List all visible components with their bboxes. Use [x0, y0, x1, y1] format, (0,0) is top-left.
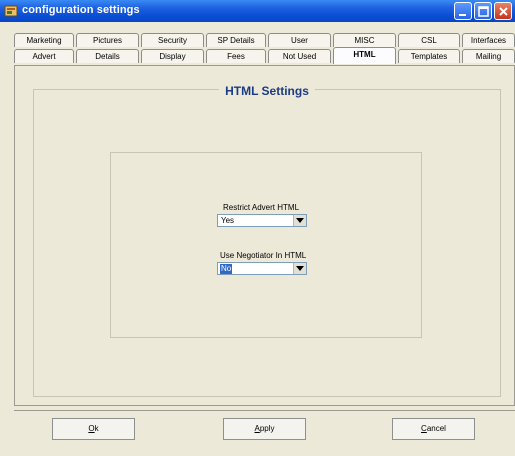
apply-label-rest: pply — [259, 424, 275, 433]
restrict-advert-html-label: Restrict Advert HTML — [223, 203, 300, 212]
tab-security[interactable]: Security — [141, 33, 204, 47]
apply-button[interactable]: Apply — [223, 418, 306, 440]
minimize-button[interactable] — [454, 2, 472, 20]
use-negotiator-value: No — [220, 264, 233, 274]
ok-label-rest: k — [94, 424, 99, 433]
cancel-label-rest: ancel — [426, 424, 446, 433]
chevron-down-icon — [296, 218, 304, 223]
tab-templates[interactable]: Templates — [398, 49, 460, 63]
configuration-window: configuration settings Marketing Picture… — [0, 0, 515, 456]
tab-fees[interactable]: Fees — [206, 49, 266, 63]
tab-details[interactable]: Details — [76, 49, 139, 63]
window-title: configuration settings — [22, 4, 140, 16]
tab-html[interactable]: HTML — [333, 47, 396, 64]
app-icon — [4, 4, 18, 18]
tab-marketing[interactable]: Marketing — [14, 33, 74, 47]
group-title-text: HTML Settings — [219, 84, 315, 98]
settings-inner-box — [110, 152, 422, 338]
tab-strip: Marketing Pictures Security SP Details U… — [14, 33, 515, 65]
close-button[interactable] — [494, 2, 512, 20]
chevron-down-icon — [296, 266, 304, 271]
group-title: HTML Settings — [34, 84, 500, 98]
use-negotiator-label: Use Negotiator In HTML — [220, 251, 307, 260]
maximize-icon — [478, 6, 489, 17]
maximize-button[interactable] — [474, 2, 492, 20]
tab-csl[interactable]: CSL — [398, 33, 460, 47]
ok-button[interactable]: Ok — [52, 418, 135, 440]
tab-pictures[interactable]: Pictures — [76, 33, 139, 47]
tab-advert[interactable]: Advert — [14, 49, 74, 63]
use-negotiator-select[interactable]: No — [217, 262, 307, 275]
cancel-button[interactable]: Cancel — [392, 418, 475, 440]
minimize-icon — [459, 14, 466, 16]
tab-user[interactable]: User — [268, 33, 331, 47]
tab-not-used[interactable]: Not Used — [268, 49, 331, 63]
tab-interfaces[interactable]: Interfaces — [462, 33, 515, 47]
tab-sp-details[interactable]: SP Details — [206, 33, 266, 47]
dropdown-button[interactable] — [293, 263, 306, 274]
tab-mailing[interactable]: Mailing — [462, 49, 515, 63]
restrict-advert-html-select[interactable]: Yes — [217, 214, 307, 227]
dropdown-button[interactable] — [293, 215, 306, 226]
close-icon — [499, 7, 508, 16]
tab-display[interactable]: Display — [141, 49, 204, 63]
restrict-advert-html-value: Yes — [221, 216, 235, 225]
tab-misc[interactable]: MISC — [333, 33, 396, 47]
title-bar[interactable]: configuration settings — [0, 0, 515, 22]
